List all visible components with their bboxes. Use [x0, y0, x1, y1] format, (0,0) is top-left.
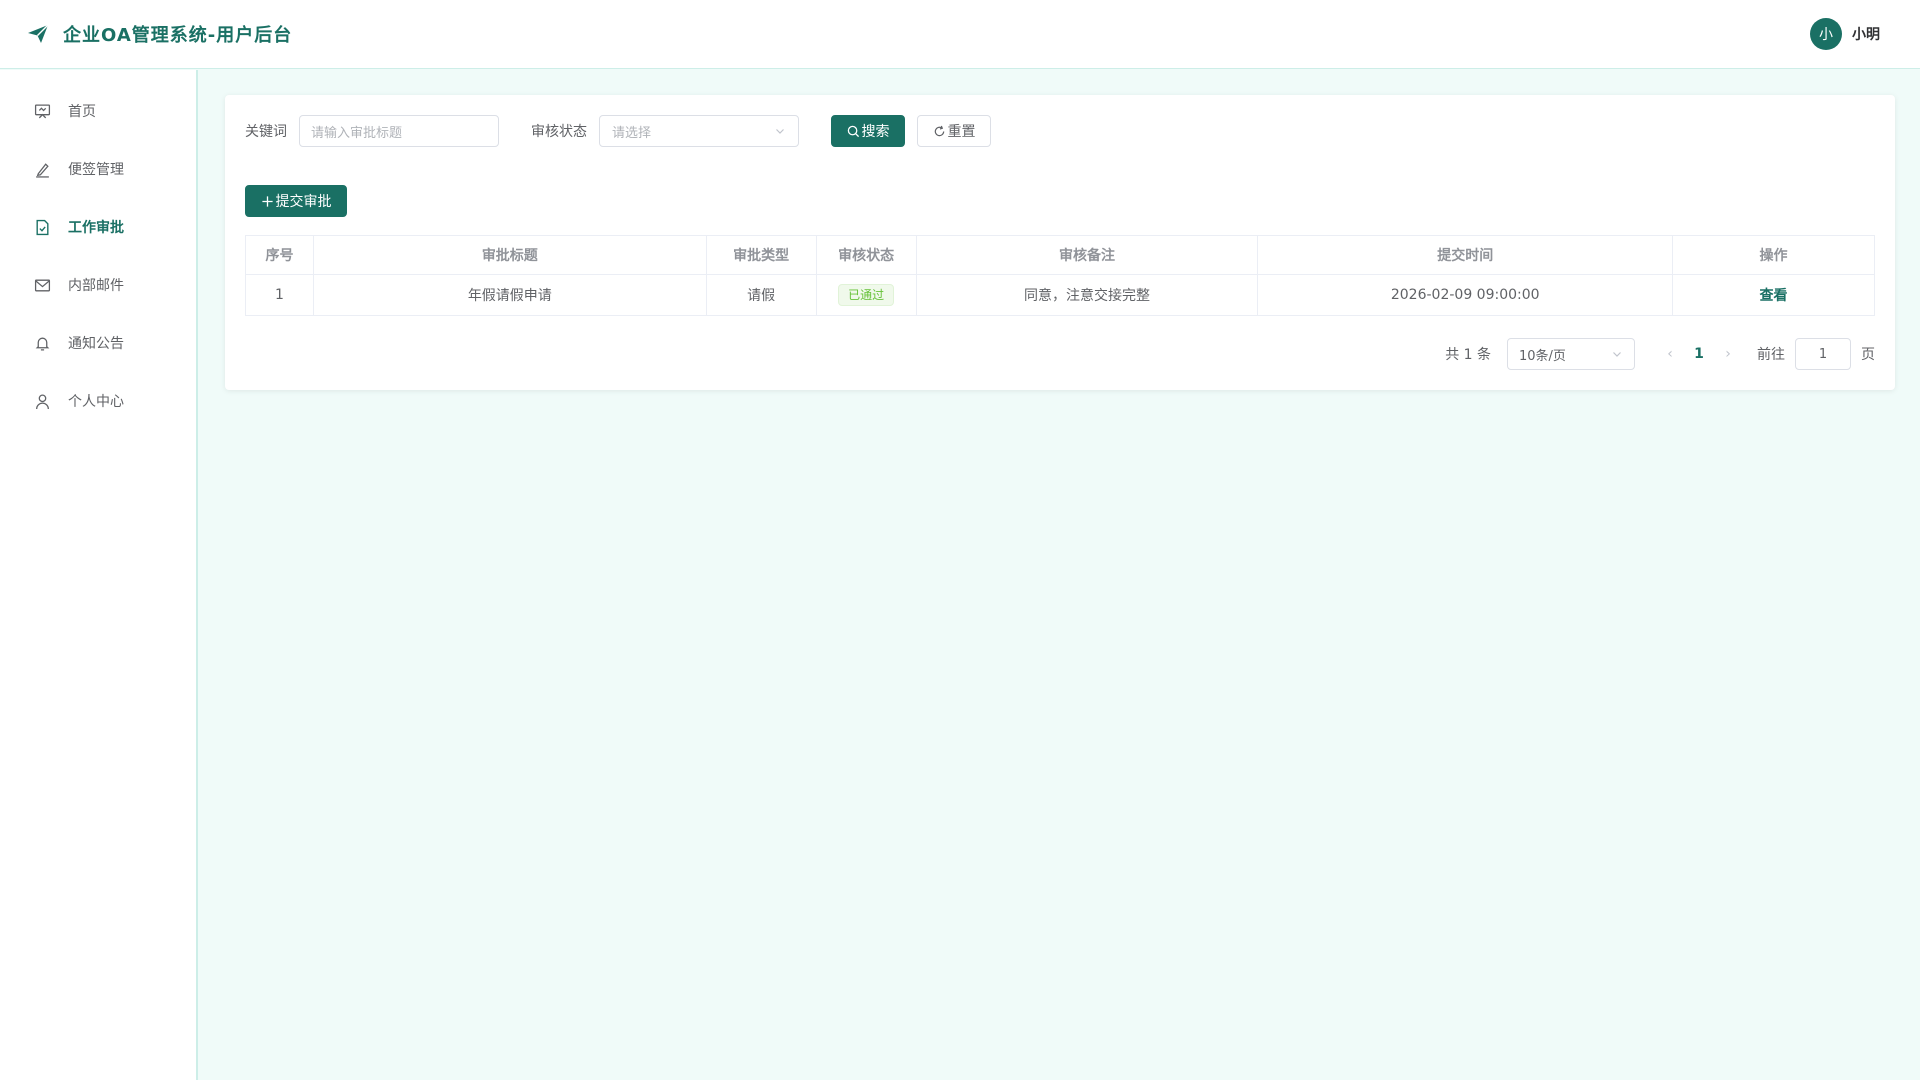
- user-menu[interactable]: 小 小明: [1810, 18, 1880, 50]
- sidebar-item-label: 个人中心: [68, 394, 124, 410]
- sidebar: 首页 便签管理 工作审批 内部邮件 通知公告 个人中心: [0, 70, 198, 1080]
- submit-approval-label: 提交审批: [275, 194, 332, 210]
- cell-status: 已通过: [815, 274, 917, 316]
- column-header: 审核备注: [915, 235, 1259, 275]
- sidebar-item-mail[interactable]: 内部邮件: [0, 256, 196, 314]
- sidebar-item-label: 内部邮件: [68, 278, 124, 294]
- pagination: 共 1 条 10条/页 ‹ 1 › 前往 页: [1445, 338, 1875, 370]
- search-button[interactable]: 搜索: [831, 115, 905, 147]
- page-size-value: 10条/页: [1519, 348, 1566, 364]
- plus-icon: [261, 195, 273, 207]
- column-header: 审核状态: [815, 235, 917, 275]
- table-row: 1 年假请假申请 请假 已通过 同意，注意交接完整 2026-02-09 09:…: [245, 274, 1875, 316]
- status-label: 审核状态: [531, 124, 587, 140]
- keyword-placeholder: 请输入审批标题: [311, 125, 403, 141]
- column-header: 提交时间: [1257, 235, 1674, 275]
- column-header: 序号: [245, 235, 314, 275]
- column-header: 审批标题: [312, 235, 707, 275]
- search-icon: [847, 125, 859, 137]
- keyword-input[interactable]: 请输入审批标题: [299, 115, 499, 147]
- total-count: 共 1 条: [1445, 347, 1491, 363]
- avatar: 小: [1810, 18, 1842, 50]
- prev-page-button[interactable]: ‹: [1657, 346, 1683, 362]
- cell-index: 1: [245, 274, 314, 316]
- brand: 企业OA管理系统-用户后台: [26, 21, 292, 47]
- reset-button[interactable]: 重置: [917, 115, 991, 147]
- view-link[interactable]: 查看: [1760, 288, 1788, 304]
- monitor-icon: [34, 103, 51, 118]
- page-size-select[interactable]: 10条/页: [1507, 338, 1635, 370]
- cell-time: 2026-02-09 09:00:00: [1257, 274, 1674, 316]
- approval-card: 关键词 请输入审批标题 审核状态 请选择 搜索 重置 提交审批 序号 审批标题 …: [225, 95, 1895, 390]
- edit-icon: [36, 162, 49, 178]
- approval-table: 序号 审批标题 审批类型 审核状态 审核备注 提交时间 操作 1 年假请假申请 …: [245, 235, 1875, 316]
- page-suffix: 页: [1861, 347, 1875, 363]
- user-name: 小明: [1852, 27, 1880, 43]
- sidebar-item-home[interactable]: 首页: [0, 82, 196, 140]
- status-badge: 已通过: [838, 284, 895, 306]
- sidebar-item-notes[interactable]: 便签管理: [0, 140, 196, 198]
- sidebar-item-label: 首页: [68, 104, 96, 120]
- status-placeholder: 请选择: [612, 125, 652, 141]
- column-header: 审批类型: [705, 235, 817, 275]
- refresh-icon: [934, 125, 944, 136]
- filter-bar: 关键词 请输入审批标题 审核状态 请选择 搜索 重置: [245, 115, 1875, 147]
- cell-action: 查看: [1672, 274, 1875, 316]
- user-icon: [36, 393, 49, 409]
- status-select[interactable]: 请选择: [599, 115, 799, 147]
- chevron-down-icon: [776, 129, 784, 134]
- sidebar-item-label: 工作审批: [68, 220, 124, 236]
- chevron-down-icon: [1613, 352, 1621, 357]
- keyword-label: 关键词: [245, 124, 287, 140]
- search-button-label: 搜索: [861, 124, 890, 140]
- cell-title: 年假请假申请: [312, 274, 707, 316]
- column-header: 操作: [1672, 235, 1875, 275]
- cell-type: 请假: [705, 274, 817, 316]
- goto-page-input[interactable]: [1795, 338, 1851, 370]
- cell-remark: 同意，注意交接完整: [915, 274, 1259, 316]
- sidebar-item-notice[interactable]: 通知公告: [0, 314, 196, 372]
- paper-plane-icon: [28, 24, 49, 43]
- app-title: 企业OA管理系统-用户后台: [63, 25, 293, 46]
- bell-icon: [35, 337, 50, 351]
- document-check-icon: [36, 219, 49, 235]
- next-page-button[interactable]: ›: [1715, 346, 1741, 362]
- goto-label: 前往: [1757, 347, 1785, 363]
- sidebar-item-profile[interactable]: 个人中心: [0, 372, 196, 430]
- mail-icon: [34, 279, 51, 291]
- top-header: 企业OA管理系统-用户后台 小 小明: [0, 0, 1920, 69]
- sidebar-item-approval[interactable]: 工作审批: [0, 198, 196, 256]
- sidebar-item-label: 通知公告: [68, 336, 124, 352]
- table-header-row: 序号 审批标题 审批类型 审核状态 审核备注 提交时间 操作: [245, 235, 1875, 275]
- reset-button-label: 重置: [947, 124, 976, 140]
- page-number-current[interactable]: 1: [1683, 346, 1715, 362]
- sidebar-item-label: 便签管理: [68, 162, 124, 178]
- submit-approval-button[interactable]: 提交审批: [245, 185, 347, 217]
